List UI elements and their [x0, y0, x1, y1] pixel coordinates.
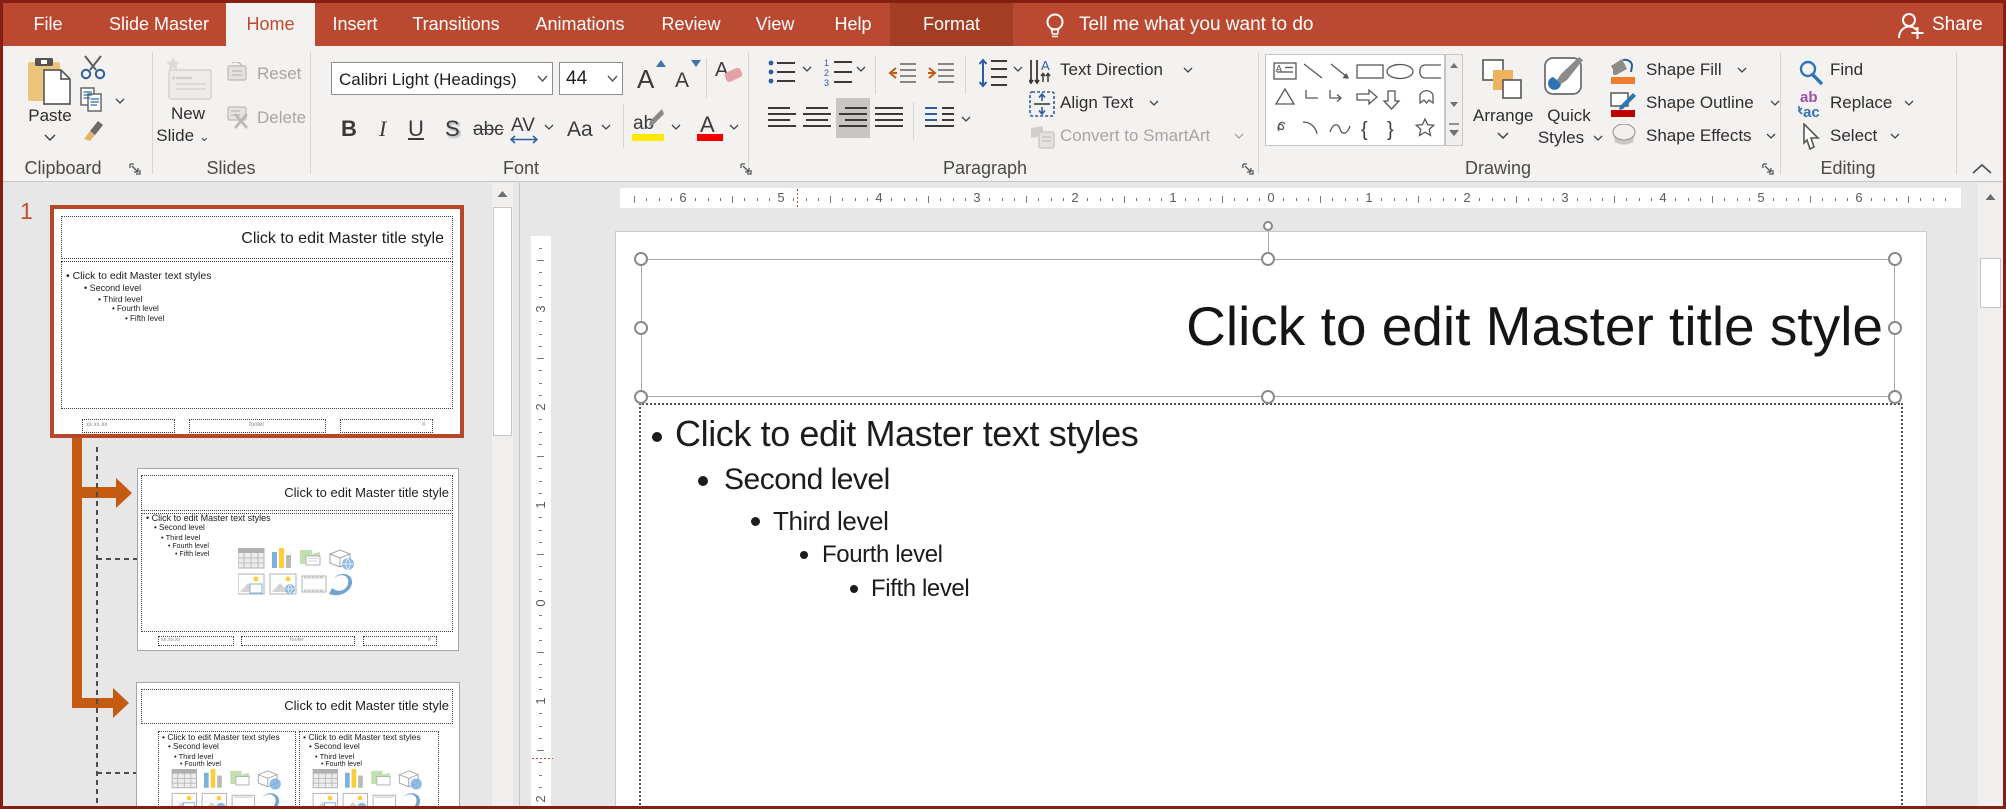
- svg-text:{: {: [1361, 119, 1368, 141]
- svg-text:3: 3: [824, 78, 829, 88]
- svg-text:ac: ac: [1803, 104, 1820, 120]
- svg-text:A: A: [1041, 58, 1050, 73]
- svg-text:1: 1: [824, 58, 829, 68]
- svg-text:A: A: [1276, 64, 1283, 75]
- svg-text:}: }: [1387, 119, 1394, 141]
- svg-text:2: 2: [824, 68, 829, 78]
